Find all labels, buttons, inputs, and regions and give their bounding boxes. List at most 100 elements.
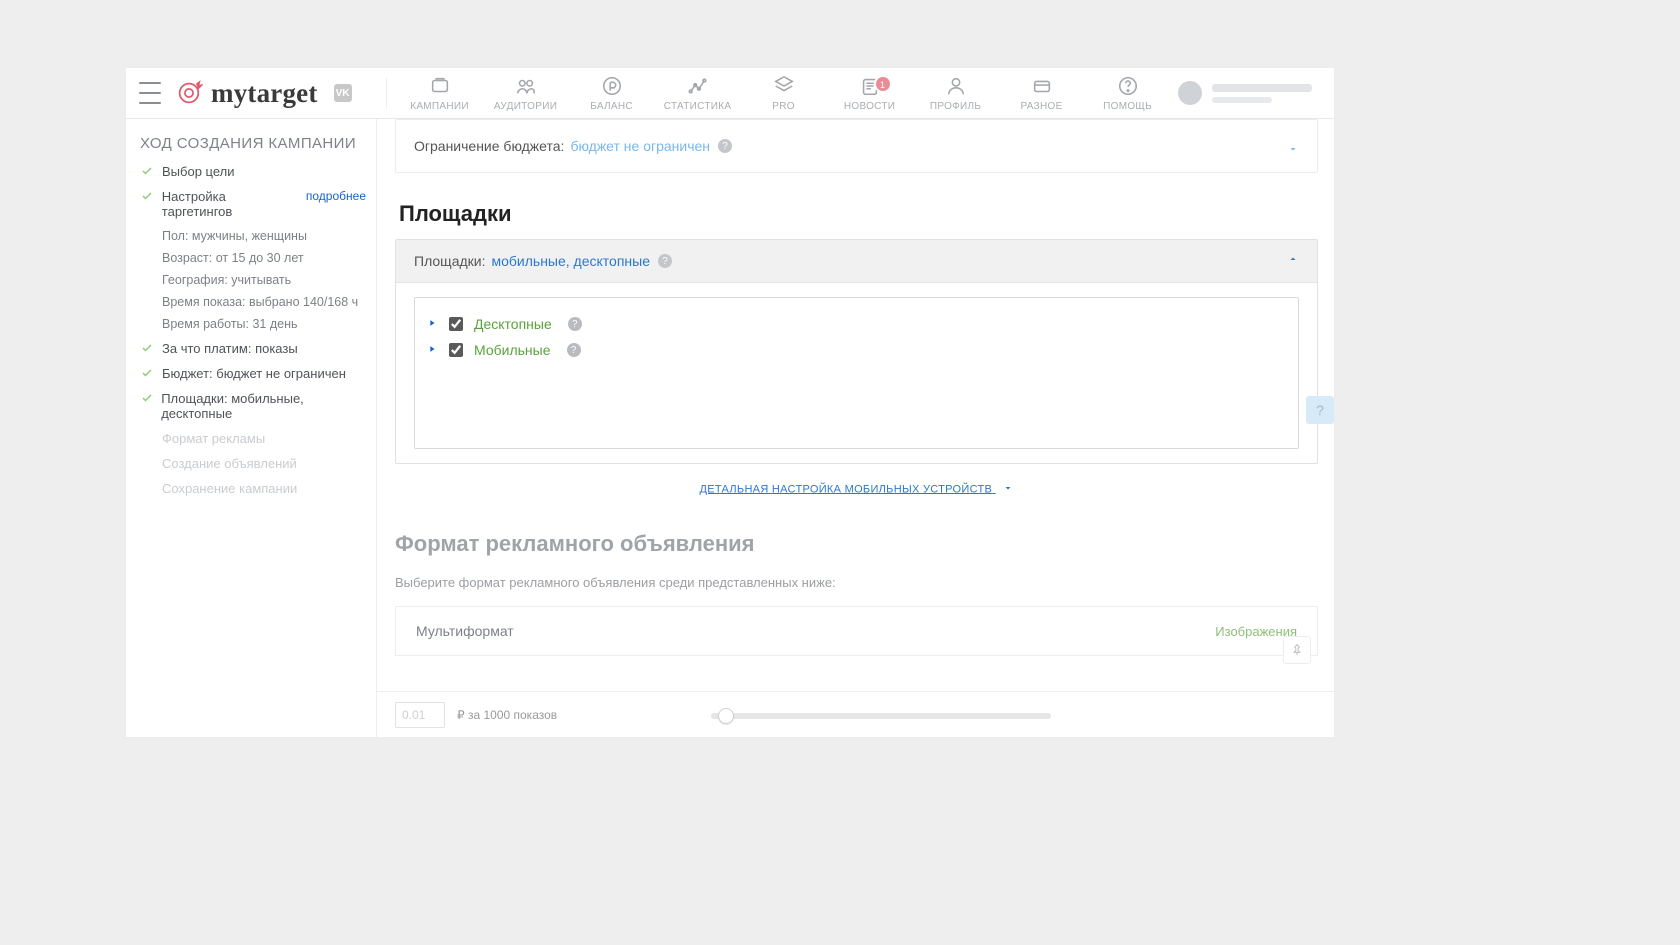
- expand-icon[interactable]: [427, 341, 437, 359]
- misc-icon: [999, 75, 1085, 97]
- ad-format-subtitle: Выберите формат рекламного объявления ср…: [395, 575, 1318, 590]
- step-create: Создание объявлений: [140, 456, 366, 471]
- step-save: Сохранение кампании: [140, 481, 366, 496]
- audiences-icon: [483, 75, 569, 97]
- placements-head-value: мобильные, десктопные: [491, 253, 650, 269]
- floating-help-chip[interactable]: ?: [1306, 396, 1334, 424]
- body: ХОД СОЗДАНИЯ КАМПАНИИ Выбор цели Настрой…: [126, 119, 1334, 737]
- step-pay[interactable]: За что платим: показы: [140, 341, 366, 356]
- targeting-sub: Пол: мужчины, женщины Возраст: от 15 до …: [162, 229, 366, 331]
- nav-label: АУДИТОРИИ: [483, 101, 569, 112]
- price-unit-label: ₽ за 1000 показов: [457, 708, 557, 722]
- ad-format-card[interactable]: Мультиформат Изображения: [395, 606, 1318, 656]
- nav-label: ПОМОЩЬ: [1085, 101, 1171, 112]
- step-label: Сохранение кампании: [162, 481, 297, 496]
- placements-card: Площадки: мобильные, десктопные ?: [395, 239, 1318, 464]
- placements-head-label: Площадки:: [414, 253, 485, 269]
- placement-label: Мобильные: [474, 342, 551, 358]
- sub-age: Возраст: от 15 до 30 лет: [162, 251, 366, 265]
- targeting-more-link[interactable]: подробнее: [306, 189, 366, 203]
- step-label: Настройка таргетингов: [162, 189, 298, 219]
- placements-title: Площадки: [399, 201, 1318, 227]
- step-label: Формат рекламы: [162, 431, 265, 446]
- nav-campaigns[interactable]: КАМПАНИИ: [397, 75, 483, 112]
- pin-icon: [1290, 643, 1304, 657]
- nav-balance[interactable]: БАЛАНС: [569, 75, 655, 112]
- placement-label: Десктопные: [474, 316, 552, 332]
- budget-label: Ограничение бюджета:: [414, 138, 564, 154]
- step-format: Формат рекламы: [140, 431, 366, 446]
- check-icon: [140, 341, 154, 355]
- help-tip-icon[interactable]: ?: [718, 139, 732, 153]
- help-tip-icon[interactable]: ?: [567, 343, 581, 357]
- budget-value: бюджет не ограничен: [570, 138, 710, 154]
- step-goal[interactable]: Выбор цели: [140, 164, 366, 179]
- placement-checkbox-mobile[interactable]: [449, 343, 463, 357]
- price-bar: ₽ за 1000 показов: [377, 691, 1334, 737]
- price-slider-wrap: [709, 706, 1049, 724]
- step-label: Площадки: мобильные, десктопные: [161, 391, 366, 421]
- price-input[interactable]: [395, 702, 445, 728]
- step-label: Выбор цели: [162, 164, 234, 179]
- nav-label: РАЗНОЕ: [999, 101, 1085, 112]
- brand-name: mytarget: [211, 78, 318, 109]
- account-area[interactable]: [1178, 81, 1334, 105]
- step-label: Создание объявлений: [162, 456, 297, 471]
- nav-news[interactable]: 1 НОВОСТИ: [827, 75, 913, 112]
- nav-label: PRO: [741, 101, 827, 112]
- app-frame: mytarget VK КАМПАНИИ АУДИТОРИИ: [126, 68, 1334, 737]
- top-nav: КАМПАНИИ АУДИТОРИИ БАЛАНС СТАТИСТИКА: [397, 75, 1171, 112]
- sub-time: Время показа: выбрано 140/168 ч: [162, 295, 366, 309]
- brand: mytarget VK: [175, 78, 352, 109]
- placement-row-mobile[interactable]: Мобильные ?: [427, 340, 1286, 360]
- budget-card[interactable]: Ограничение бюджета: бюджет не ограничен…: [395, 119, 1318, 173]
- nav-label: СТАТИСТИКА: [655, 101, 741, 112]
- topbar: mytarget VK КАМПАНИИ АУДИТОРИИ: [126, 68, 1334, 119]
- nav-pro[interactable]: PRO: [741, 75, 827, 112]
- nav-profile[interactable]: ПРОФИЛЬ: [913, 75, 999, 112]
- expand-icon[interactable]: [427, 315, 437, 333]
- check-icon: [140, 189, 154, 203]
- pro-icon: [741, 75, 827, 97]
- nav-misc[interactable]: РАЗНОЕ: [999, 75, 1085, 112]
- check-icon: [140, 164, 154, 178]
- help-chip-label: ?: [1316, 402, 1324, 418]
- check-icon: [140, 391, 153, 405]
- help-tip-icon[interactable]: ?: [658, 254, 672, 268]
- menu-icon[interactable]: [139, 82, 161, 104]
- placements-list: Десктопные ? Мобильные ?: [414, 297, 1299, 449]
- step-placements[interactable]: Площадки: мобильные, десктопные: [140, 391, 366, 421]
- step-targeting[interactable]: Настройка таргетингов подробнее: [140, 189, 366, 219]
- nav-help[interactable]: ПОМОЩЬ: [1085, 75, 1171, 112]
- placement-row-desktop[interactable]: Десктопные ?: [427, 314, 1286, 334]
- profile-icon: [913, 75, 999, 97]
- check-icon: [140, 481, 154, 495]
- chevron-up-icon[interactable]: [1287, 252, 1299, 270]
- mobile-detail-label: ДЕТАЛЬНАЯ НАСТРОЙКА МОБИЛЬНЫХ УСТРОЙСТВ: [699, 483, 992, 495]
- news-badge: 1: [876, 78, 890, 92]
- ad-format-name: Мультиформат: [416, 623, 514, 639]
- help-icon: [1085, 75, 1171, 97]
- main: Ограничение бюджета: бюджет не ограничен…: [377, 119, 1334, 737]
- chevron-down-icon[interactable]: [1287, 142, 1299, 160]
- sidebar-title: ХОД СОЗДАНИЯ КАМПАНИИ: [140, 135, 366, 152]
- help-tip-icon[interactable]: ?: [568, 317, 582, 331]
- floating-pin-chip[interactable]: [1283, 636, 1311, 664]
- step-label: Бюджет: бюджет не ограничен: [162, 366, 346, 381]
- placement-checkbox-desktop[interactable]: [449, 317, 463, 331]
- placements-header[interactable]: Площадки: мобильные, десктопные ?: [396, 240, 1317, 283]
- nav-stats[interactable]: СТАТИСТИКА: [655, 75, 741, 112]
- check-icon: [140, 456, 154, 470]
- balance-icon: [569, 75, 655, 97]
- brand-zone: mytarget VK: [134, 78, 387, 109]
- step-budget[interactable]: Бюджет: бюджет не ограничен: [140, 366, 366, 381]
- price-slider[interactable]: [711, 713, 1051, 719]
- nav-label: БАЛАНС: [569, 101, 655, 112]
- ad-format-title: Формат рекламного объявления: [395, 531, 1318, 557]
- mobile-detail-link[interactable]: ДЕТАЛЬНАЯ НАСТРОЙКА МОБИЛЬНЫХ УСТРОЙСТВ: [395, 482, 1318, 497]
- check-icon: [140, 366, 154, 380]
- avatar: [1178, 81, 1202, 105]
- account-name-placeholder: [1212, 84, 1312, 103]
- check-icon: [140, 431, 154, 445]
- nav-audiences[interactable]: АУДИТОРИИ: [483, 75, 569, 112]
